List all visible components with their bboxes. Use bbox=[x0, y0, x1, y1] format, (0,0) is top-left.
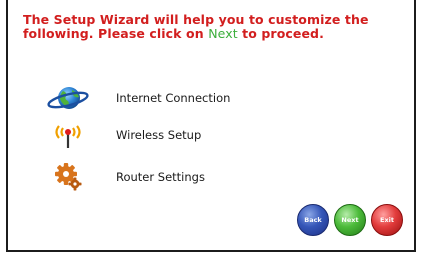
setup-item-label: Router Settings bbox=[116, 170, 205, 184]
back-button[interactable]: Back bbox=[297, 204, 329, 236]
wireless-antenna-icon bbox=[46, 120, 90, 150]
intro-line-1: The Setup Wizard will help you to custom… bbox=[23, 12, 369, 27]
intro-line-2-start: following. Please click on bbox=[23, 26, 209, 41]
setup-item-internet-connection: Internet Connection bbox=[46, 83, 230, 113]
next-button[interactable]: Next bbox=[334, 204, 366, 236]
exit-button[interactable]: Exit bbox=[371, 204, 403, 236]
wizard-intro-text: The Setup Wizard will help you to custom… bbox=[23, 13, 403, 41]
setup-item-label: Wireless Setup bbox=[116, 128, 202, 142]
gear-icon bbox=[46, 162, 90, 192]
setup-item-label: Internet Connection bbox=[116, 91, 231, 105]
wizard-panel: The Setup Wizard will help you to custom… bbox=[6, 0, 416, 252]
setup-item-wireless-setup: Wireless Setup bbox=[46, 120, 201, 150]
globe-icon bbox=[46, 83, 90, 113]
intro-line-2-end: to proceed. bbox=[237, 26, 324, 41]
intro-next-highlight: Next bbox=[208, 26, 238, 41]
setup-item-router-settings: Router Settings bbox=[46, 162, 205, 192]
